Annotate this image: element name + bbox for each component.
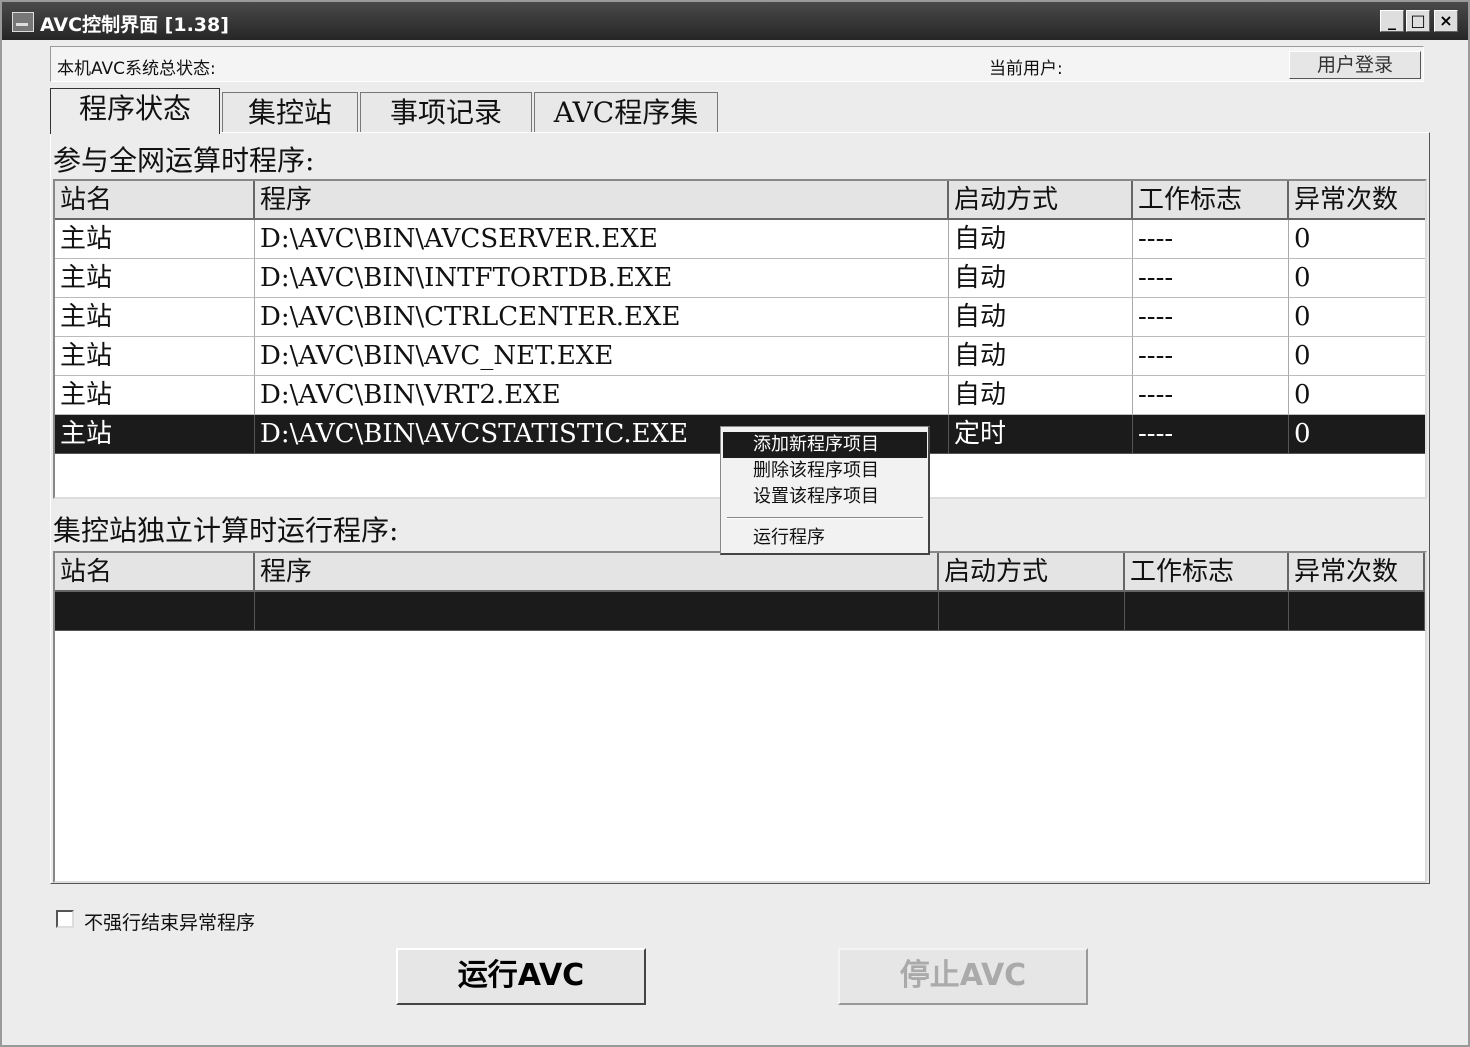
- table-row[interactable]: 主站 D:\AVC\BIN\AVC_NET.EXE 自动 ---- 0: [55, 337, 1425, 376]
- independent-program-grid[interactable]: 站名 程序 启动方式 工作标志 异常次数: [53, 551, 1427, 883]
- close-button[interactable]: ×: [1434, 10, 1458, 32]
- cell-program: D:\AVC\BIN\INTFTORTDB.EXE: [255, 259, 949, 298]
- cell-startup: [939, 592, 1125, 631]
- grid-header: 站名 程序 启动方式 工作标志 异常次数: [55, 181, 1425, 220]
- cell-work-flag: ----: [1133, 259, 1289, 298]
- app-icon: [12, 12, 34, 32]
- cell-error-count: 0: [1289, 376, 1425, 415]
- cell-station: 主站: [55, 376, 255, 415]
- cell-work-flag: ----: [1133, 337, 1289, 376]
- cell-station: 主站: [55, 415, 255, 454]
- independent-section-title: 集控站独立计算时运行程序:: [53, 514, 399, 547]
- system-status-label: 本机AVC系统总状态:: [57, 59, 216, 79]
- maximize-button[interactable]: □: [1406, 10, 1430, 32]
- cell-work-flag: ----: [1133, 298, 1289, 337]
- stop-avc-button[interactable]: 停止AVC: [838, 948, 1088, 1005]
- column-header-station[interactable]: 站名: [55, 181, 255, 220]
- column-header-program[interactable]: 程序: [255, 181, 949, 220]
- cell-station: 主站: [55, 220, 255, 259]
- table-row[interactable]: 主站 D:\AVC\BIN\CTRLCENTER.EXE 自动 ---- 0: [55, 298, 1425, 337]
- cell-station: [55, 592, 255, 631]
- minimize-button[interactable]: _: [1380, 10, 1404, 32]
- cell-startup: 定时: [949, 415, 1133, 454]
- status-panel: 本机AVC系统总状态: 当前用户: 用户登录: [50, 46, 1424, 82]
- cell-program: D:\AVC\BIN\AVC_NET.EXE: [255, 337, 949, 376]
- tab-avc-programs[interactable]: AVC程序集: [534, 92, 718, 134]
- network-section-title: 参与全网运算时程序:: [53, 144, 315, 177]
- cell-work-flag: ----: [1133, 376, 1289, 415]
- table-row[interactable]: 主站 D:\AVC\BIN\AVCSERVER.EXE 自动 ---- 0: [55, 220, 1425, 259]
- cell-work-flag: ----: [1133, 220, 1289, 259]
- table-row[interactable]: 主站 D:\AVC\BIN\INTFTORTDB.EXE 自动 ---- 0: [55, 259, 1425, 298]
- context-menu: 添加新程序项目 删除该程序项目 设置该程序项目 运行程序: [720, 426, 930, 555]
- no-force-kill-label[interactable]: 不强行结束异常程序: [84, 908, 255, 935]
- menu-item-add-program[interactable]: 添加新程序项目: [723, 432, 927, 458]
- column-header-error-count[interactable]: 异常次数: [1289, 553, 1425, 592]
- column-header-work-flag[interactable]: 工作标志: [1125, 553, 1289, 592]
- avc-control-window: AVC控制界面 [1.38] _ □ × 本机AVC系统总状态: 当前用户: 用…: [0, 0, 1470, 1047]
- cell-station: 主站: [55, 298, 255, 337]
- run-avc-button[interactable]: 运行AVC: [396, 948, 646, 1005]
- cell-program: D:\AVC\BIN\AVCSERVER.EXE: [255, 220, 949, 259]
- column-header-startup[interactable]: 启动方式: [949, 181, 1133, 220]
- menu-item-delete-program[interactable]: 删除该程序项目: [723, 458, 927, 484]
- cell-startup: 自动: [949, 259, 1133, 298]
- tab-control-station[interactable]: 集控站: [222, 92, 358, 134]
- tab-event-log[interactable]: 事项记录: [360, 92, 532, 134]
- cell-work-flag: [1125, 592, 1289, 631]
- cell-station: 主站: [55, 337, 255, 376]
- cell-startup: 自动: [949, 220, 1133, 259]
- cell-startup: 自动: [949, 337, 1133, 376]
- login-button[interactable]: 用户登录: [1289, 51, 1421, 79]
- menu-separator: [727, 517, 923, 519]
- cell-program: D:\AVC\BIN\CTRLCENTER.EXE: [255, 298, 949, 337]
- column-header-program[interactable]: 程序: [255, 553, 939, 592]
- window-title: AVC控制界面 [1.38]: [40, 14, 229, 36]
- column-header-station[interactable]: 站名: [55, 553, 255, 592]
- no-force-kill-checkbox[interactable]: [56, 910, 74, 928]
- table-row[interactable]: 主站 D:\AVC\BIN\VRT2.EXE 自动 ---- 0: [55, 376, 1425, 415]
- column-header-startup[interactable]: 启动方式: [939, 553, 1125, 592]
- menu-item-run-program[interactable]: 运行程序: [723, 525, 927, 551]
- menu-item-configure-program[interactable]: 设置该程序项目: [723, 484, 927, 510]
- cell-startup: 自动: [949, 376, 1133, 415]
- cell-error-count: 0: [1289, 337, 1425, 376]
- column-header-work-flag[interactable]: 工作标志: [1133, 181, 1289, 220]
- cell-error-count: [1289, 592, 1425, 631]
- tab-program-status[interactable]: 程序状态: [50, 88, 220, 134]
- cell-error-count: 0: [1289, 220, 1425, 259]
- cell-error-count: 0: [1289, 259, 1425, 298]
- title-bar[interactable]: AVC控制界面 [1.38] _ □ ×: [2, 2, 1468, 40]
- cell-error-count: 0: [1289, 415, 1425, 454]
- column-header-error-count[interactable]: 异常次数: [1289, 181, 1425, 220]
- cell-program: [255, 592, 939, 631]
- cell-station: 主站: [55, 259, 255, 298]
- cell-work-flag: ----: [1133, 415, 1289, 454]
- cell-error-count: 0: [1289, 298, 1425, 337]
- table-row-selected-empty[interactable]: [55, 592, 1425, 631]
- cell-startup: 自动: [949, 298, 1133, 337]
- current-user-label: 当前用户:: [989, 59, 1063, 79]
- cell-program: D:\AVC\BIN\VRT2.EXE: [255, 376, 949, 415]
- grid-header: 站名 程序 启动方式 工作标志 异常次数: [55, 553, 1425, 592]
